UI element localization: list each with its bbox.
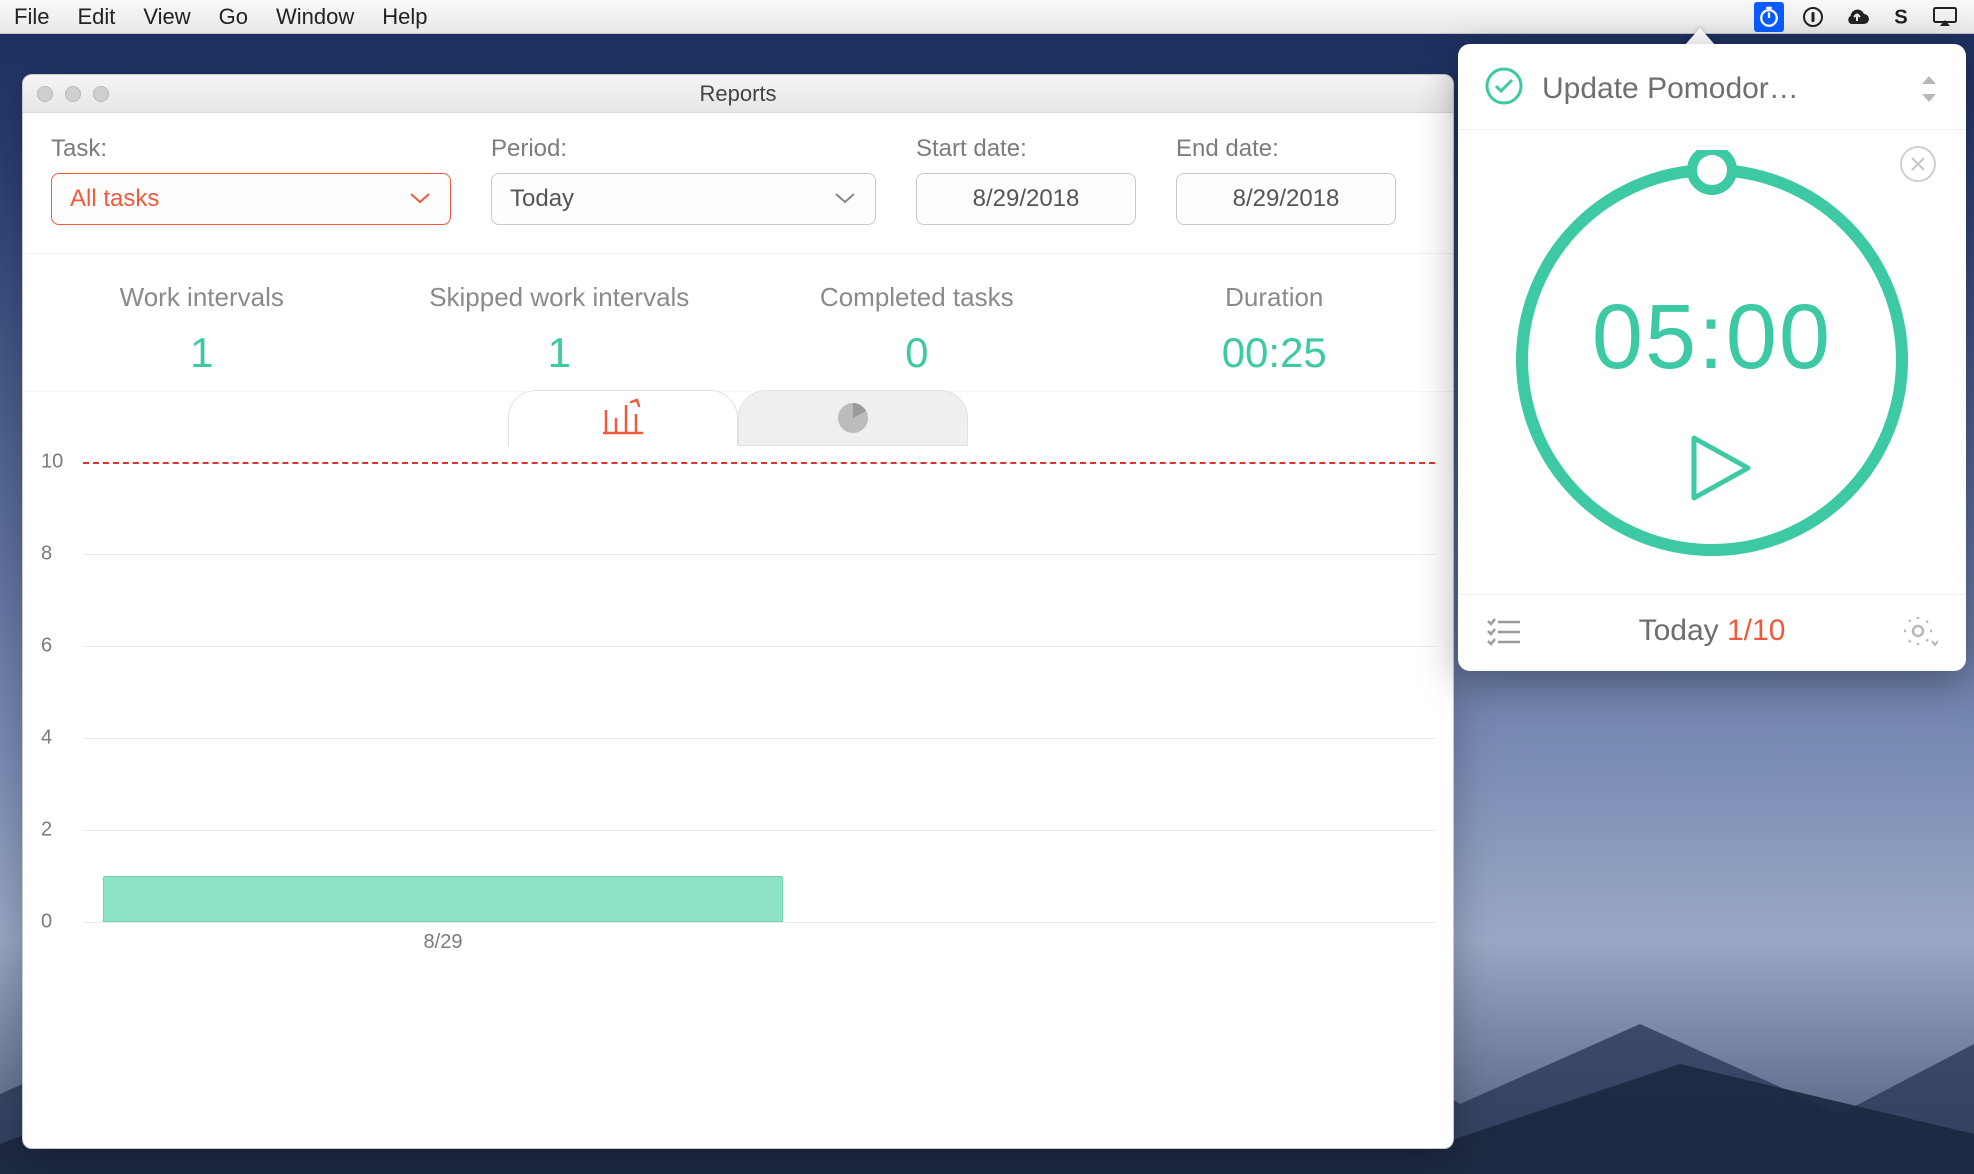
period-select[interactable]: Today	[491, 173, 876, 225]
task-label: Task:	[51, 135, 451, 163]
start-date-input[interactable]: 8/29/2018	[916, 173, 1136, 225]
stat-work-intervals: Work intervals 1	[23, 254, 381, 391]
play-icon[interactable]	[1694, 438, 1748, 498]
svg-text:S: S	[1894, 6, 1907, 28]
stat-value: 0	[738, 329, 1096, 377]
window-reports: Reports Task: All tasks Period: Today St…	[22, 74, 1454, 1149]
tab-bar-chart[interactable]	[508, 390, 738, 446]
window-title: Reports	[699, 81, 776, 107]
chart-ytick: 2	[41, 819, 52, 842]
chart-xtick: 8/29	[424, 931, 463, 954]
end-date-input[interactable]: 8/29/2018	[1176, 173, 1396, 225]
timer-ring: 05:00	[1502, 150, 1922, 570]
check-circle-icon[interactable]	[1484, 66, 1524, 111]
end-date-label: End date:	[1176, 135, 1396, 163]
chart-gridline	[83, 646, 1435, 647]
chart-gridline	[83, 830, 1435, 831]
timer-icon[interactable]	[1754, 2, 1784, 32]
window-traffic-lights[interactable]	[37, 86, 109, 102]
stat-value: 00:25	[1096, 329, 1454, 377]
timer-popover: Update Pomodor… 05:00	[1458, 44, 1966, 671]
chart-gridline	[83, 922, 1435, 923]
period-label: Period:	[491, 135, 876, 163]
menu-file[interactable]: File	[14, 4, 49, 30]
gear-icon[interactable]	[1900, 611, 1940, 651]
stat-label: Completed tasks	[738, 282, 1096, 313]
chart-ytick: 0	[41, 911, 52, 934]
stat-skipped: Skipped work intervals 1	[381, 254, 739, 391]
stat-duration: Duration 00:25	[1096, 254, 1454, 391]
stat-label: Skipped work intervals	[381, 282, 739, 313]
chart-ytick: 4	[41, 727, 52, 750]
s-icon[interactable]: S	[1886, 2, 1916, 32]
chart-ytick: 8	[41, 543, 52, 566]
chart-area: 02468108/29	[41, 462, 1435, 962]
cloud-upload-icon[interactable]	[1842, 2, 1872, 32]
onepassword-icon[interactable]	[1798, 2, 1828, 32]
task-stepper-icon[interactable]	[1918, 74, 1940, 104]
start-date-label: Start date:	[916, 135, 1136, 163]
today-ratio: 1/10	[1727, 614, 1785, 647]
chart-ytick: 10	[41, 451, 63, 474]
menu-edit[interactable]: Edit	[77, 4, 115, 30]
chart-bar	[103, 876, 783, 922]
stat-value: 1	[381, 329, 739, 377]
tab-pie-chart[interactable]	[738, 390, 968, 446]
chevron-down-icon	[833, 185, 857, 213]
task-select[interactable]: All tasks	[51, 173, 451, 225]
task-list-icon[interactable]	[1484, 611, 1524, 651]
today-progress: Today 1/10	[1639, 614, 1786, 648]
stat-label: Duration	[1096, 282, 1454, 313]
end-date-value: 8/29/2018	[1233, 185, 1340, 213]
titlebar[interactable]: Reports	[23, 75, 1453, 113]
menu-view[interactable]: View	[143, 4, 190, 30]
timer-time-text: 05:00	[1592, 286, 1832, 388]
menu-window[interactable]: Window	[276, 4, 354, 30]
bar-chart-icon	[601, 398, 645, 438]
timer-task-name[interactable]: Update Pomodor…	[1542, 72, 1900, 106]
airplay-icon[interactable]	[1930, 2, 1960, 32]
menu-go[interactable]: Go	[219, 4, 248, 30]
stat-value: 1	[23, 329, 381, 377]
start-date-value: 8/29/2018	[973, 185, 1080, 213]
stat-label: Work intervals	[23, 282, 381, 313]
stats-strip: Work intervals 1 Skipped work intervals …	[23, 254, 1453, 392]
menubar: File Edit View Go Window Help S	[0, 0, 1974, 34]
chart-ytick: 6	[41, 635, 52, 658]
pie-chart-icon	[833, 398, 873, 438]
close-timer-button[interactable]	[1900, 146, 1936, 182]
chart-gridline	[83, 554, 1435, 555]
menu-help[interactable]: Help	[382, 4, 427, 30]
chart-target-line	[83, 462, 1435, 464]
task-select-value: All tasks	[70, 185, 159, 213]
chevron-down-icon	[408, 185, 432, 213]
period-select-value: Today	[510, 185, 574, 213]
stat-completed: Completed tasks 0	[738, 254, 1096, 391]
today-label: Today	[1639, 614, 1719, 647]
chart-gridline	[83, 738, 1435, 739]
